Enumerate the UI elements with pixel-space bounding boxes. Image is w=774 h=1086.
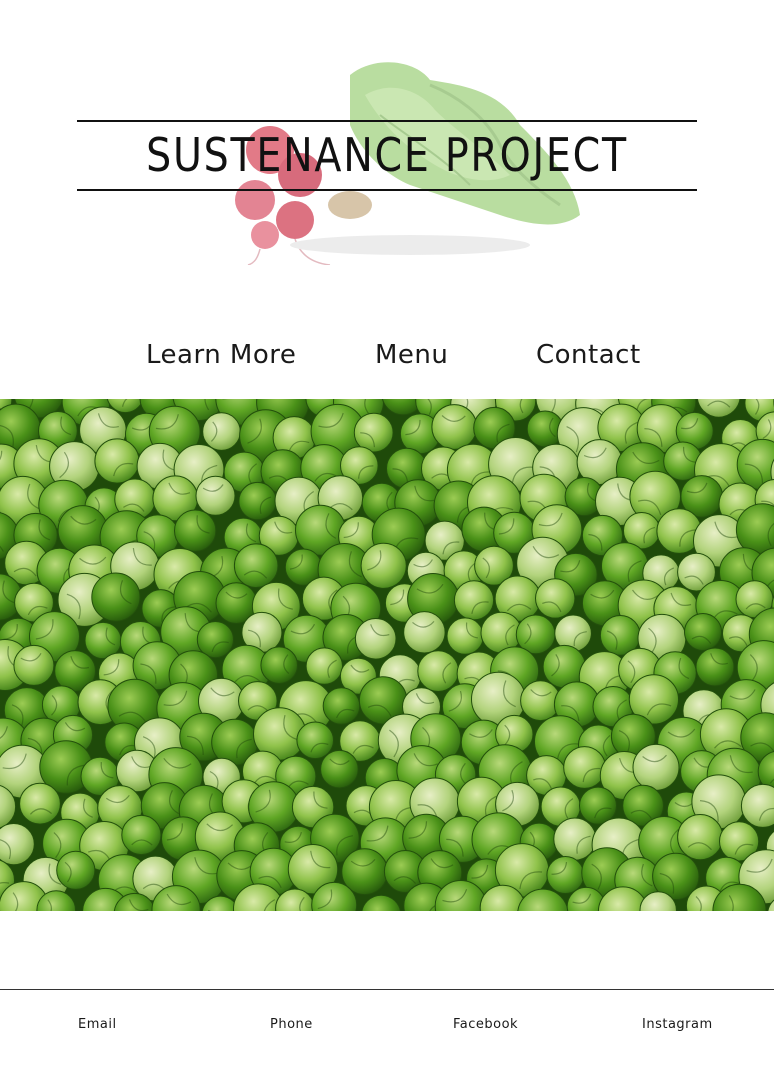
footer-link-facebook[interactable]: Facebook [453, 1017, 518, 1032]
hero-image [0, 399, 774, 911]
site-footer: Email Phone Facebook Instagram [0, 989, 774, 1086]
nav-link-contact[interactable]: Contact [536, 340, 641, 370]
logo-rule-top [77, 120, 697, 122]
main-nav: Learn More Menu Contact [0, 330, 774, 386]
nav-link-learn-more[interactable]: Learn More [146, 340, 296, 370]
footer-link-phone[interactable]: Phone [270, 1017, 313, 1032]
footer-link-email[interactable]: Email [78, 1017, 117, 1032]
site-title: SUSTENANCE PROJECT [120, 124, 653, 186]
brussels-sprouts-photo [0, 399, 774, 911]
site-header: SUSTENANCE PROJECT [0, 0, 774, 300]
footer-link-instagram[interactable]: Instagram [642, 1017, 713, 1032]
nav-link-menu[interactable]: Menu [375, 340, 448, 370]
logo-rule-bottom [77, 189, 697, 191]
